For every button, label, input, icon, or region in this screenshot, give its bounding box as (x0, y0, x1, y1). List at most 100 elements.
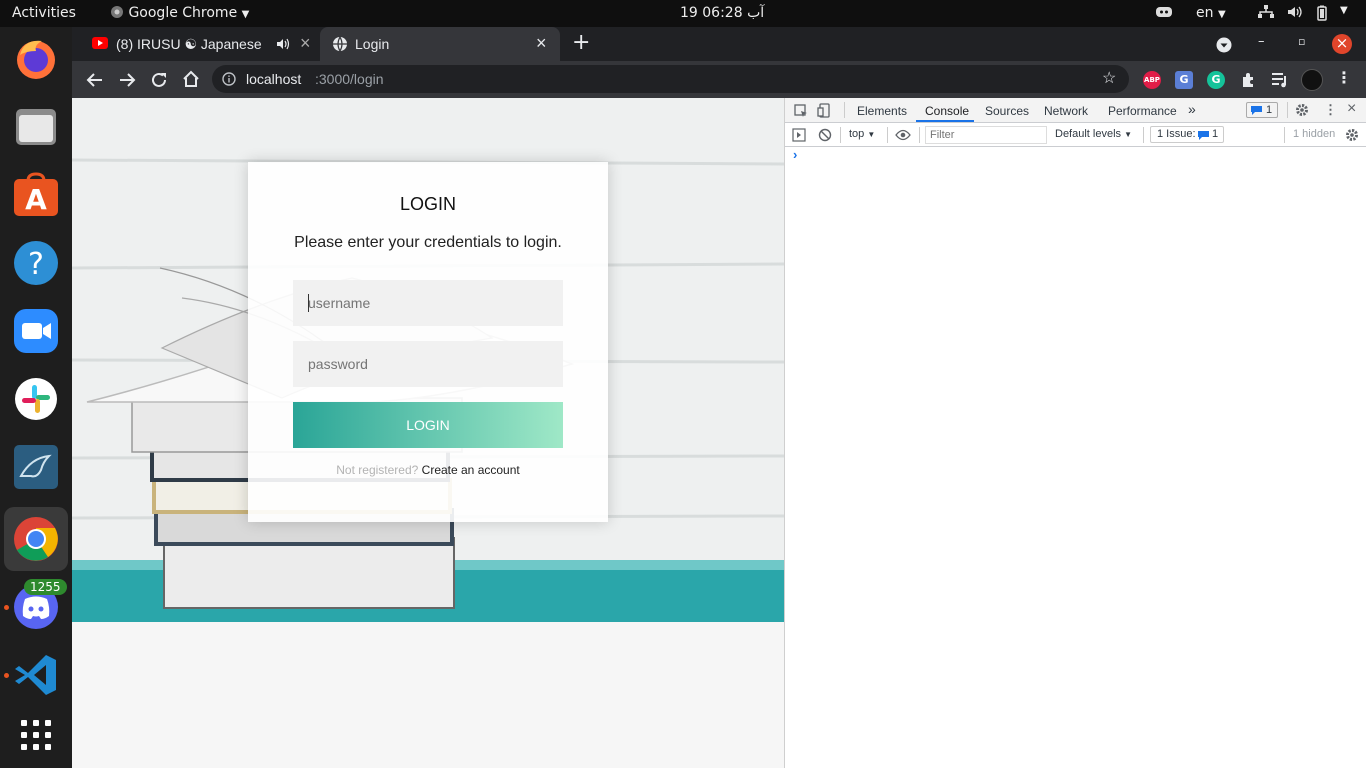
issues-badge-button[interactable]: 1 (1246, 102, 1278, 118)
tab-elements[interactable]: Elements (857, 104, 907, 118)
audio-playing-icon[interactable] (276, 38, 290, 50)
slack-icon[interactable] (12, 375, 60, 423)
tab-search-icon[interactable] (1216, 37, 1232, 53)
tab-strip: (8) IRUSU ☯ Japanese I × Login × + – ▫ × (72, 27, 1366, 61)
devtools-menu-icon[interactable]: ⋮ (1324, 102, 1337, 118)
password-input[interactable] (293, 341, 563, 387)
home-icon[interactable] (182, 70, 200, 88)
console-output[interactable]: › (785, 147, 1366, 768)
network-icon[interactable] (1258, 5, 1274, 23)
divider (1143, 127, 1144, 143)
login-title: LOGIN (399, 194, 456, 214)
battery-icon[interactable] (1316, 5, 1328, 25)
clear-console-icon[interactable] (818, 128, 832, 142)
address-bar[interactable]: localhost :3000/login ☆ (212, 65, 1129, 93)
inspect-element-icon[interactable] (794, 104, 808, 118)
tab-sources[interactable]: Sources (985, 104, 1029, 118)
login-button[interactable]: LOGIN (293, 402, 563, 448)
discord-tray-icon[interactable] (1155, 5, 1173, 23)
firefox-icon[interactable] (12, 35, 60, 83)
issue-label: 1 Issue: (1157, 128, 1196, 140)
app-menu[interactable]: Google Chrome ▼ (110, 5, 249, 21)
message-icon (1251, 106, 1262, 115)
software-store-icon[interactable]: A (12, 171, 60, 219)
url-path: :3000/login (315, 71, 384, 87)
chevron-down-icon: ▼ (1217, 9, 1226, 20)
back-icon[interactable] (86, 71, 104, 89)
log-levels-label: Default levels (1055, 128, 1122, 140)
adblock-plus-icon[interactable]: ABP (1143, 71, 1161, 89)
device-toolbar-icon[interactable] (817, 103, 831, 118)
not-registered-text: Not registered? (336, 463, 419, 477)
divider (844, 102, 845, 118)
running-indicator (4, 605, 9, 610)
youtube-icon (92, 37, 108, 49)
reload-icon[interactable] (150, 71, 168, 89)
issues-button[interactable]: 1 Issue: 1 (1150, 126, 1224, 143)
browser-toolbar: localhost :3000/login ☆ ABP G G ⋮ (72, 61, 1366, 98)
console-filter-input[interactable] (925, 126, 1047, 144)
tab-close-icon[interactable]: × (536, 33, 547, 54)
tab-network[interactable]: Network (1044, 104, 1088, 118)
maximize-button[interactable]: ▫ (1298, 35, 1305, 48)
mysql-workbench-icon[interactable] (12, 443, 60, 491)
tab-close-icon[interactable]: × (300, 33, 311, 54)
live-expression-eye-icon[interactable] (895, 129, 911, 141)
minimize-button[interactable]: – (1258, 34, 1265, 49)
activities-button[interactable]: Activities (12, 5, 76, 21)
page-viewport: LOGIN Please enter your credentials to l… (72, 98, 784, 768)
chrome-small-icon (111, 6, 123, 18)
volume-icon[interactable] (1287, 5, 1303, 23)
chrome-dock-icon[interactable] (4, 507, 68, 571)
chevron-down-icon: ▼ (867, 130, 876, 139)
more-tabs-icon[interactable]: » (1188, 101, 1196, 117)
username-input[interactable] (293, 280, 563, 326)
close-devtools-icon[interactable]: × (1347, 100, 1356, 118)
message-icon (1198, 131, 1209, 140)
url-host: localhost (246, 71, 302, 87)
log-levels-dropdown[interactable]: Default levels ▼ (1055, 128, 1132, 140)
discord-icon[interactable]: 1255 (12, 579, 67, 631)
zoom-icon[interactable] (12, 307, 60, 355)
window-close-button[interactable]: × (1332, 34, 1352, 54)
tab-youtube[interactable]: (8) IRUSU ☯ Japanese I × (80, 27, 320, 61)
console-toolbar: top ▼ Default levels ▼ 1 Issue: 1 1 hidd… (785, 123, 1366, 147)
dock: A ? 1255 (0, 27, 72, 768)
console-settings-gear-icon[interactable] (1345, 128, 1359, 142)
system-top-bar: Activities Google Chrome ▼ 19 آب 06:28 e… (0, 0, 1366, 27)
settings-gear-icon[interactable] (1295, 103, 1309, 117)
svg-text:A: A (25, 183, 47, 216)
divider (840, 127, 841, 143)
active-tab-underline (916, 120, 974, 122)
tab-login-active[interactable]: Login × (320, 27, 560, 61)
media-control-icon[interactable] (1271, 72, 1289, 88)
toggle-sidebar-icon[interactable] (792, 128, 806, 142)
context-selector[interactable]: top ▼ (849, 128, 875, 140)
bookmark-star-icon[interactable]: ☆ (1102, 68, 1116, 88)
info-icon[interactable] (222, 72, 236, 86)
devtools-panel: Elements Console Sources Network Perform… (784, 98, 1366, 768)
console-prompt-icon: › (793, 147, 798, 162)
divider (919, 127, 920, 143)
tab-console[interactable]: Console (925, 104, 969, 118)
vscode-icon[interactable] (12, 651, 60, 699)
extensions-puzzle-icon[interactable] (1240, 71, 1258, 89)
google-translate-icon[interactable]: G (1175, 71, 1193, 89)
new-tab-button[interactable]: + (572, 30, 590, 55)
app-name: Google Chrome (128, 5, 238, 21)
language-label: en (1196, 5, 1214, 21)
context-label: top (849, 128, 865, 140)
login-card: LOGIN Please enter your credentials to l… (248, 162, 608, 522)
profile-avatar[interactable] (1301, 69, 1323, 91)
help-icon[interactable]: ? (12, 239, 60, 287)
system-menu-chevron-icon[interactable]: ▼ (1340, 5, 1348, 16)
show-applications-icon[interactable] (12, 711, 60, 759)
grammarly-icon[interactable]: G (1207, 71, 1225, 89)
clock[interactable]: 19 آب 06:28 (680, 5, 764, 21)
language-indicator[interactable]: en ▼ (1196, 5, 1226, 21)
files-icon[interactable] (12, 103, 60, 151)
tab-performance[interactable]: Performance (1108, 104, 1177, 118)
create-account-link[interactable]: Create an account (422, 463, 520, 477)
forward-icon[interactable] (118, 71, 136, 89)
chrome-menu-icon[interactable]: ⋮ (1336, 68, 1352, 87)
